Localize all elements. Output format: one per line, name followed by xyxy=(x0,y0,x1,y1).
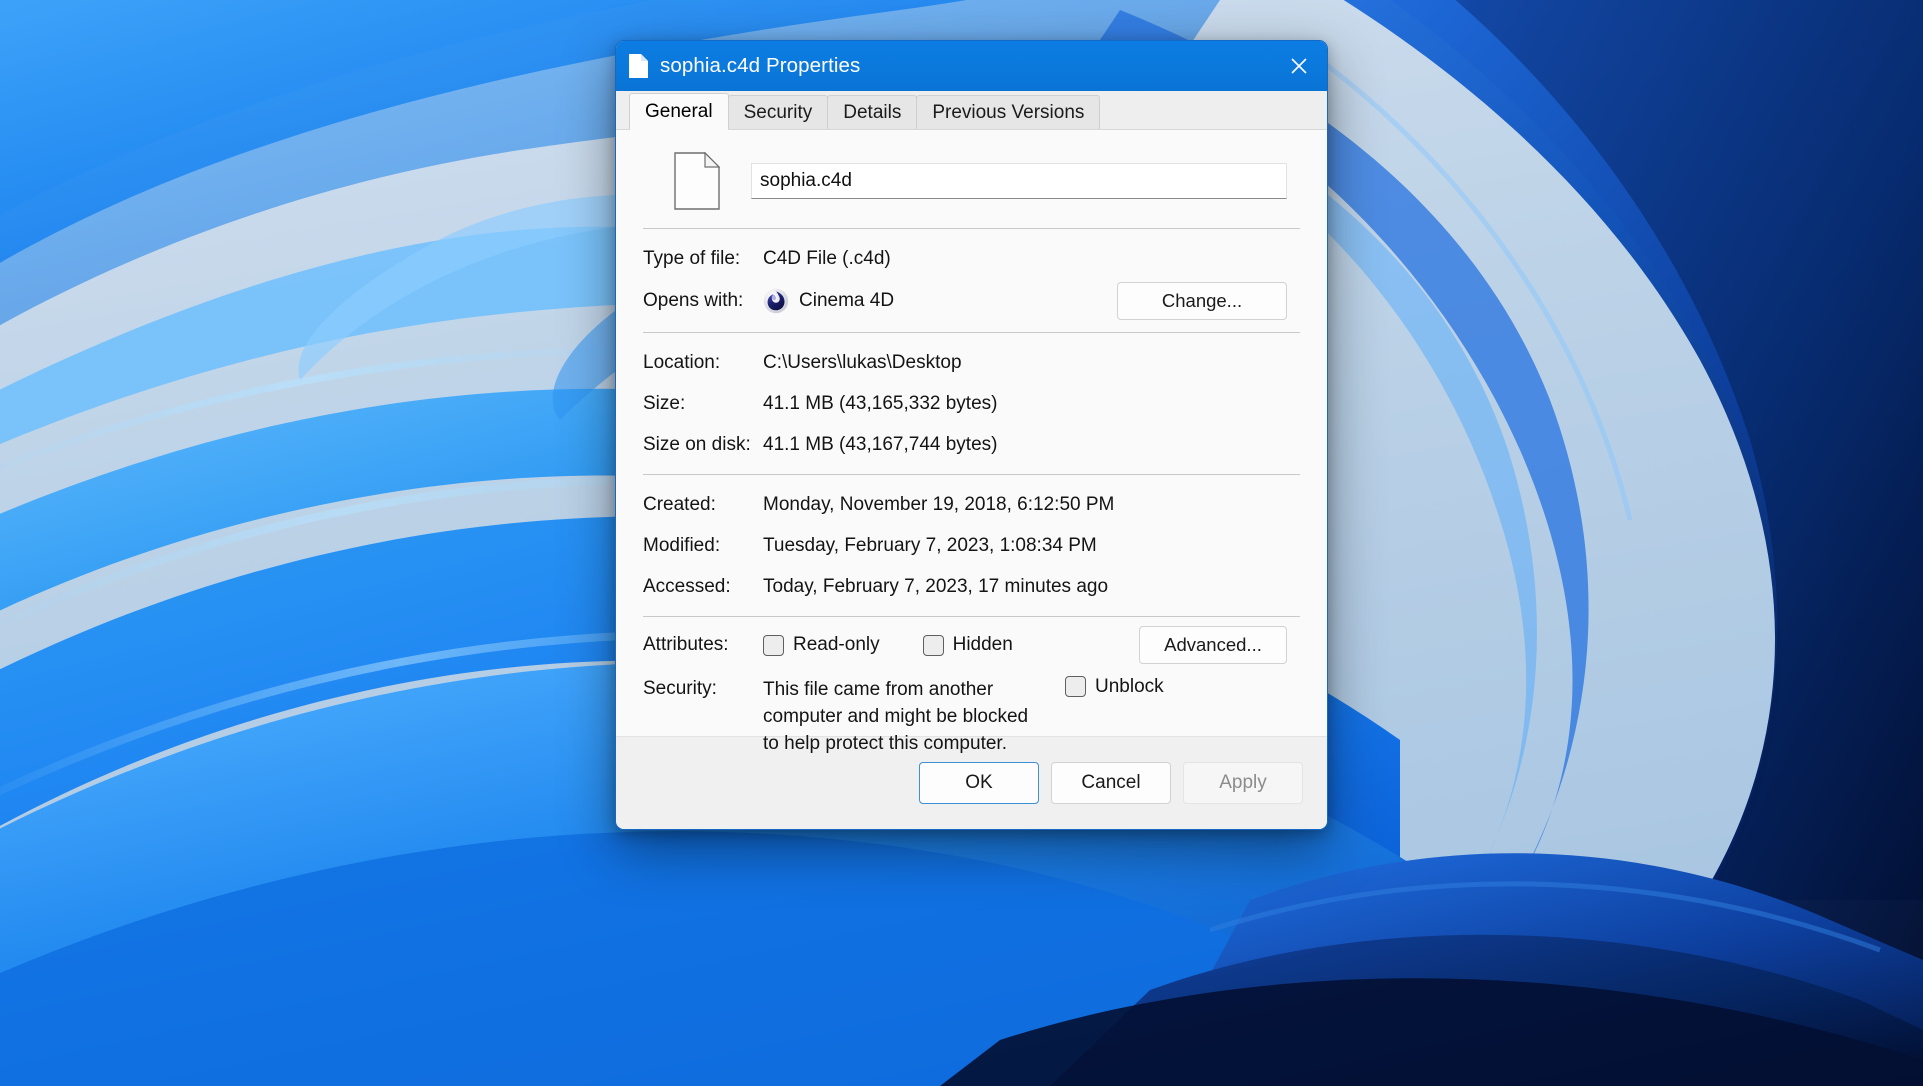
type-of-file-value: C4D File (.c4d) xyxy=(763,248,891,269)
modified-label: Modified: xyxy=(643,535,721,556)
dialog-title: sophia.c4d Properties xyxy=(660,54,861,77)
dates-group: Created: Monday, November 19, 2018, 6:12… xyxy=(643,475,1300,616)
security-label: Security: xyxy=(643,678,717,699)
readonly-label: Read-only xyxy=(793,634,880,655)
cinema4d-icon xyxy=(763,288,789,314)
location-row: Location: C:\Users\lukas\Desktop xyxy=(643,342,1300,383)
file-properties-dialog: sophia.c4d Properties General Security D… xyxy=(615,40,1328,830)
attributes-label: Attributes: xyxy=(643,634,729,655)
modified-value: Tuesday, February 7, 2023, 1:08:34 PM xyxy=(763,535,1097,556)
created-label: Created: xyxy=(643,494,716,515)
opens-with-app: Cinema 4D xyxy=(763,288,894,314)
type-group: Type of file: C4D File (.c4d) Opens with… xyxy=(643,229,1300,332)
accessed-row: Accessed: Today, February 7, 2023, 17 mi… xyxy=(643,566,1300,607)
unblock-label: Unblock xyxy=(1095,676,1164,697)
created-row: Created: Monday, November 19, 2018, 6:12… xyxy=(643,484,1300,525)
file-header-row xyxy=(643,130,1300,228)
cancel-button[interactable]: Cancel xyxy=(1051,762,1171,804)
size-group: Location: C:\Users\lukas\Desktop Size: 4… xyxy=(643,333,1300,474)
opens-with-label: Opens with: xyxy=(643,290,744,311)
desktop: sophia.c4d Properties General Security D… xyxy=(0,0,1923,1086)
blank-document-icon xyxy=(674,152,720,210)
created-value: Monday, November 19, 2018, 6:12:50 PM xyxy=(763,494,1115,515)
readonly-checkbox-item[interactable]: Read-only xyxy=(763,634,880,656)
accessed-label: Accessed: xyxy=(643,576,731,597)
size-label: Size: xyxy=(643,393,686,414)
filename-input[interactable] xyxy=(751,163,1287,199)
file-document-icon xyxy=(629,54,648,78)
hidden-label: Hidden xyxy=(952,634,1013,655)
opens-with-app-name: Cinema 4D xyxy=(799,290,895,311)
readonly-checkbox[interactable] xyxy=(763,634,784,656)
change-button[interactable]: Change... xyxy=(1117,282,1287,320)
size-on-disk-label: Size on disk: xyxy=(643,434,751,455)
unblock-checkbox[interactable] xyxy=(1065,676,1086,697)
type-of-file-label: Type of file: xyxy=(643,248,741,269)
dialog-titlebar[interactable]: sophia.c4d Properties xyxy=(616,41,1327,91)
tab-security[interactable]: Security xyxy=(727,95,829,129)
tab-general[interactable]: General xyxy=(629,93,729,130)
ok-button[interactable]: OK xyxy=(919,762,1039,804)
security-message: This file came from another computer and… xyxy=(763,679,1029,754)
general-tab-panel: Type of file: C4D File (.c4d) Opens with… xyxy=(616,130,1327,754)
advanced-button[interactable]: Advanced... xyxy=(1139,626,1287,664)
tab-details[interactable]: Details xyxy=(827,95,918,129)
modified-row: Modified: Tuesday, February 7, 2023, 1:0… xyxy=(643,525,1300,566)
size-on-disk-row: Size on disk: 41.1 MB (43,167,744 bytes) xyxy=(643,424,1300,465)
accessed-value: Today, February 7, 2023, 17 minutes ago xyxy=(763,576,1109,597)
size-row: Size: 41.1 MB (43,165,332 bytes) xyxy=(643,383,1300,424)
size-value: 41.1 MB (43,165,332 bytes) xyxy=(763,393,998,414)
security-row: Security: This file came from another co… xyxy=(643,664,1300,757)
tab-previous-versions[interactable]: Previous Versions xyxy=(916,95,1101,129)
hidden-checkbox[interactable] xyxy=(922,634,944,656)
apply-button: Apply xyxy=(1183,762,1303,804)
type-of-file-row: Type of file: C4D File (.c4d) xyxy=(643,238,1300,279)
close-icon[interactable] xyxy=(1271,41,1327,91)
file-icon-wrapper xyxy=(643,152,751,210)
unblock-checkbox-item[interactable]: Unblock xyxy=(1065,676,1164,698)
hidden-checkbox-item[interactable]: Hidden xyxy=(922,634,1013,656)
attributes-row: Attributes: Read-only Hidden Advanced... xyxy=(643,617,1300,664)
dialog-tabs: General Security Details Previous Versio… xyxy=(616,91,1327,130)
size-on-disk-value: 41.1 MB (43,167,744 bytes) xyxy=(763,434,998,455)
location-value: C:\Users\lukas\Desktop xyxy=(763,352,962,373)
opens-with-row: Opens with: Cinema 4D Change... xyxy=(643,279,1300,323)
location-label: Location: xyxy=(643,352,721,373)
